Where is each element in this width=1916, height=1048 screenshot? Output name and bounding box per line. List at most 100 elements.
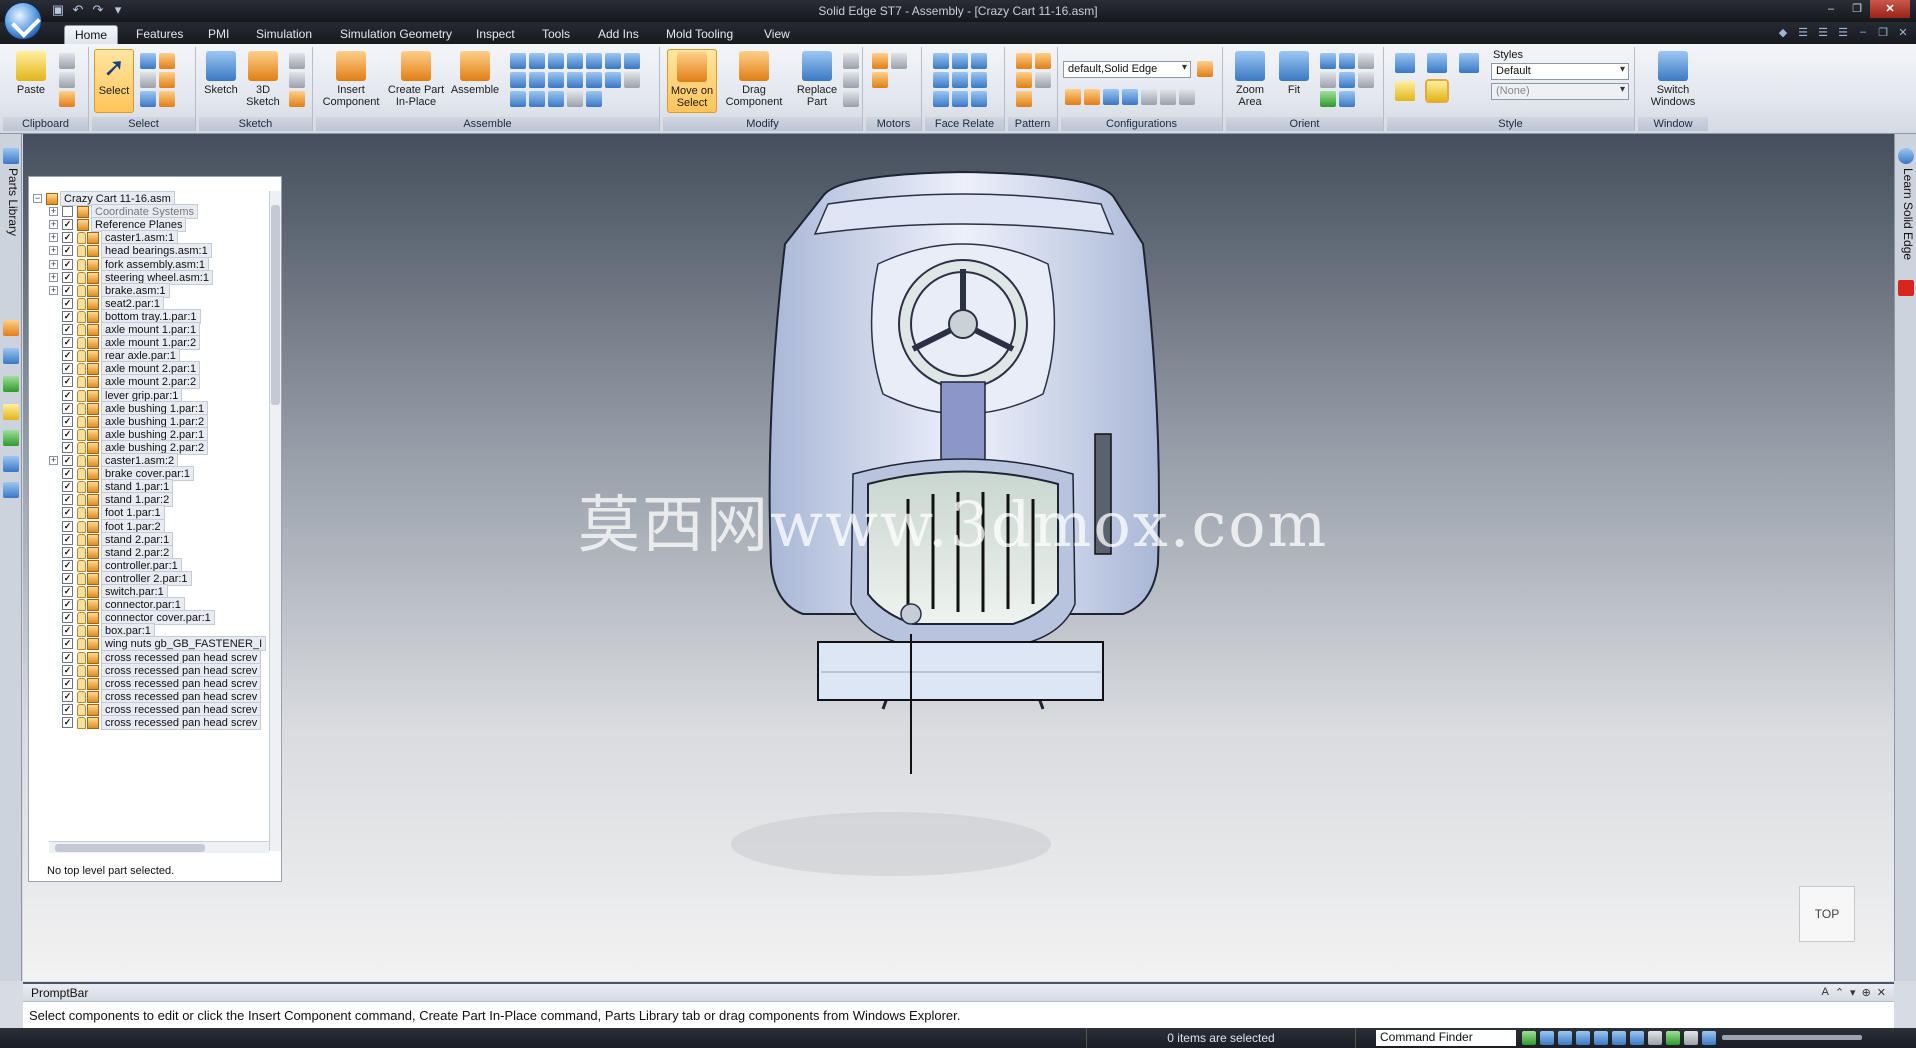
drag-component-button[interactable]: Drag Component: [721, 49, 787, 113]
expand-icon[interactable]: +: [49, 233, 58, 243]
tab-simulation-geometry[interactable]: Simulation Geometry: [330, 25, 462, 44]
paste-button[interactable]: Paste: [5, 49, 57, 113]
switch-windows-button[interactable]: Switch Windows: [1644, 49, 1702, 113]
tab-simulation[interactable]: Simulation: [246, 25, 322, 44]
cam-icon[interactable]: [510, 72, 526, 88]
sketch-tool-icon[interactable]: [289, 91, 305, 107]
pathfinder-vertical-scrollbar[interactable]: [269, 191, 281, 851]
rigid-set-icon[interactable]: [605, 72, 621, 88]
display-config-icon[interactable]: [1160, 89, 1176, 105]
tab-mold-tooling[interactable]: Mold Tooling: [656, 25, 743, 44]
restore-doc-icon[interactable]: ❐: [1876, 26, 1890, 40]
go-icon[interactable]: [1522, 1031, 1536, 1045]
create-part-in-place-button[interactable]: Create Part In-Place: [386, 49, 446, 113]
visibility-checkbox[interactable]: ✓: [62, 625, 73, 637]
zoom-slider[interactable]: [1722, 1035, 1862, 1040]
visibility-checkbox[interactable]: ✓: [62, 664, 73, 676]
fit-icon[interactable]: [1576, 1031, 1590, 1045]
visibility-checkbox[interactable]: ✓: [62, 612, 73, 624]
paste-special-icon[interactable]: [59, 91, 75, 107]
gear-icon[interactable]: [548, 72, 564, 88]
minimize-doc-icon[interactable]: –: [1856, 26, 1870, 40]
expand-icon[interactable]: +: [49, 272, 58, 282]
parts-library-icon[interactable]: [3, 148, 19, 164]
visibility-checkbox[interactable]: ✓: [62, 284, 73, 296]
visibility-checkbox[interactable]: ✓: [62, 258, 73, 270]
assemble-button[interactable]: Assemble: [448, 49, 502, 113]
named-view-icon[interactable]: [1459, 53, 1479, 73]
visibility-checkbox[interactable]: ✓: [62, 297, 73, 309]
face-relate-icon[interactable]: [952, 91, 968, 107]
view-icon[interactable]: [1702, 1031, 1716, 1045]
view-orientation-label[interactable]: TOP: [1799, 886, 1855, 942]
named-view-icon[interactable]: [1395, 53, 1415, 73]
visibility-checkbox[interactable]: ✓: [62, 389, 73, 401]
visibility-checkbox[interactable]: ✓: [62, 677, 73, 689]
command-finder-input[interactable]: Command Finder: [1376, 1030, 1516, 1046]
font-size-icon[interactable]: A: [1821, 986, 1828, 999]
3d-sketch-button[interactable]: 3D Sketch: [243, 49, 283, 113]
display-config-icon[interactable]: [1084, 89, 1100, 105]
zoom-area-button[interactable]: Zoom Area: [1228, 49, 1272, 113]
face-relate-icon[interactable]: [952, 72, 968, 88]
show-relationships-icon[interactable]: [548, 91, 564, 107]
face-relate-icon[interactable]: [933, 53, 949, 69]
visibility-checkbox[interactable]: ✓: [62, 310, 73, 322]
visibility-checkbox[interactable]: ✓: [62, 481, 73, 493]
cut-icon[interactable]: [59, 53, 75, 69]
rotate-icon[interactable]: [1320, 72, 1336, 88]
select-assembly-icon[interactable]: [159, 72, 175, 88]
list-icon[interactable]: ☰: [1796, 26, 1810, 40]
collapse-icon[interactable]: ⌃: [1835, 986, 1844, 999]
visibility-checkbox[interactable]: ✓: [62, 402, 73, 414]
view-icon[interactable]: [1684, 1031, 1698, 1045]
visibility-checkbox[interactable]: ✓: [62, 690, 73, 702]
pathfinder-tab-icon[interactable]: [3, 320, 19, 336]
display-config-icon[interactable]: [1065, 89, 1081, 105]
visibility-checkbox[interactable]: ✓: [62, 441, 73, 453]
tab-tools[interactable]: Tools: [532, 25, 580, 44]
visibility-checkbox[interactable]: ✓: [62, 586, 73, 597]
close-button[interactable]: ✕: [1870, 0, 1910, 18]
visibility-checkbox[interactable]: ✓: [62, 324, 73, 335]
sketch-tool-icon[interactable]: [289, 53, 305, 69]
expand-icon[interactable]: +: [49, 207, 58, 217]
duplicate-icon[interactable]: [1016, 91, 1032, 107]
modify-tool-icon[interactable]: [843, 72, 859, 88]
match-coordinate-icon[interactable]: [567, 72, 583, 88]
face-relate-icon[interactable]: [933, 72, 949, 88]
visibility-checkbox[interactable]: ✓: [62, 428, 73, 440]
list-icon[interactable]: ☰: [1816, 26, 1830, 40]
motor-tool-icon[interactable]: [872, 72, 888, 88]
tangent-icon[interactable]: [624, 53, 640, 69]
visibility-checkbox[interactable]: ✓: [62, 232, 73, 244]
minimize-button[interactable]: –: [1818, 0, 1844, 18]
show-hide-icon[interactable]: [140, 91, 156, 107]
tab-add-ins[interactable]: Add Ins: [588, 25, 649, 44]
view-icon[interactable]: [1648, 1031, 1662, 1045]
visibility-checkbox[interactable]: ✓: [62, 376, 73, 388]
maximize-button[interactable]: ❐: [1844, 0, 1870, 18]
camera-icon[interactable]: [1141, 89, 1157, 105]
simulate-motor-icon[interactable]: [891, 53, 907, 69]
visibility-checkbox[interactable]: ✓: [62, 703, 73, 715]
motor-icon[interactable]: [872, 53, 888, 69]
named-view-icon[interactable]: [1427, 53, 1447, 73]
visibility-checkbox[interactable]: ✓: [62, 494, 73, 506]
expand-icon[interactable]: +: [49, 285, 58, 295]
youtube-icon[interactable]: [1898, 280, 1914, 296]
display-config-icon[interactable]: [1122, 89, 1138, 105]
fit-button[interactable]: Fit: [1274, 49, 1314, 113]
angle-icon[interactable]: [605, 53, 621, 69]
configuration-select[interactable]: default,Solid Edge: [1063, 61, 1191, 78]
spin-icon[interactable]: [1339, 72, 1355, 88]
face-style-select[interactable]: (None): [1491, 83, 1629, 100]
expand-icon[interactable]: +: [49, 259, 58, 269]
close-icon[interactable]: ✕: [1877, 986, 1886, 999]
visibility-checkbox[interactable]: ✓: [62, 546, 73, 558]
pattern-icon[interactable]: [1016, 53, 1032, 69]
view-icon[interactable]: [1666, 1031, 1680, 1045]
axial-align-icon[interactable]: [548, 53, 564, 69]
help-diamond-icon[interactable]: ◆: [1776, 26, 1790, 40]
layers-tab-icon[interactable]: [3, 348, 19, 364]
